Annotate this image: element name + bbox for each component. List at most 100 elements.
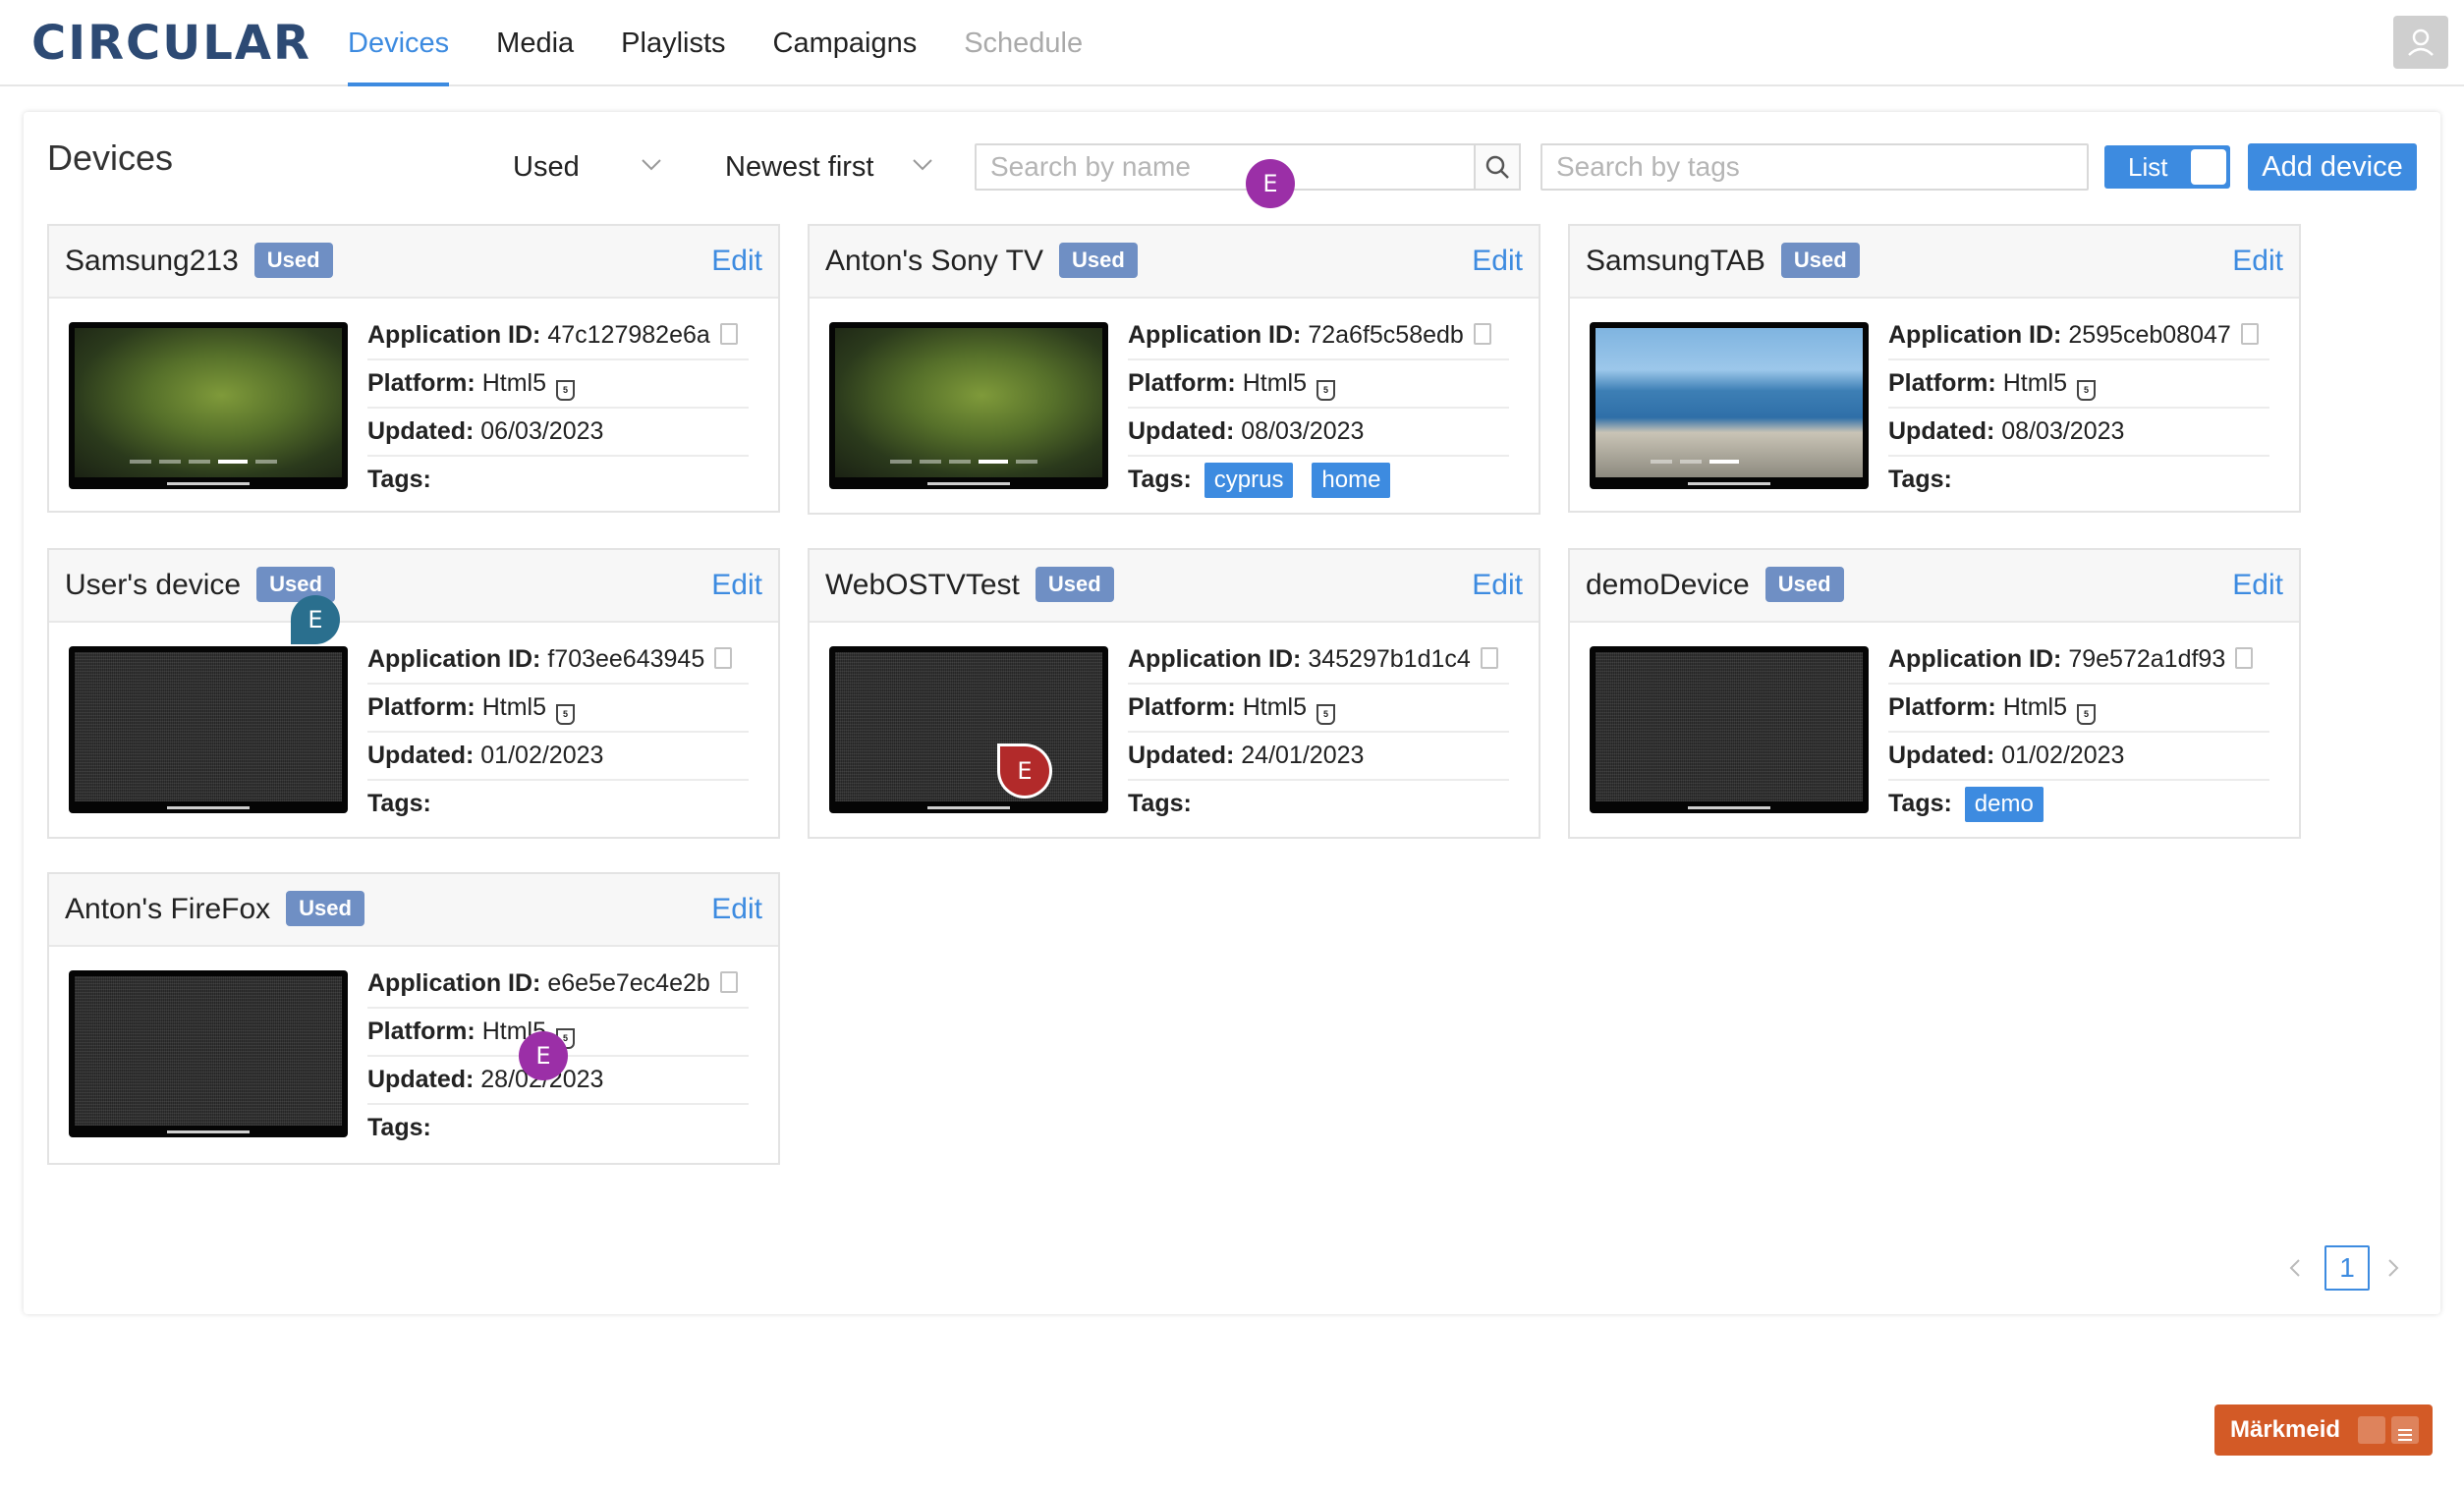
annotation-marker[interactable]: E — [291, 595, 340, 644]
copy-icon[interactable] — [2240, 323, 2259, 345]
platform-row: Platform: Html5 5 — [1128, 685, 1509, 733]
copy-icon[interactable] — [1480, 647, 1498, 669]
search-by-tags-input[interactable]: Search by tags — [1540, 143, 2089, 191]
copy-icon[interactable] — [2235, 647, 2254, 669]
device-thumbnail[interactable] — [1590, 646, 1869, 813]
edit-link[interactable]: Edit — [711, 874, 762, 945]
status-badge: Used — [253, 243, 333, 278]
pagination-prev[interactable] — [2285, 1245, 2305, 1304]
updated-row: Updated: 08/03/2023 — [1888, 409, 2269, 457]
html5-icon: 5 — [2076, 380, 2096, 401]
screen-preview — [75, 328, 342, 477]
status-filter-select[interactable]: Used — [513, 143, 670, 191]
tag-chip[interactable]: home — [1312, 463, 1391, 498]
search-by-name-input[interactable]: Search by name — [975, 143, 1476, 191]
page-title: Devices — [47, 138, 174, 178]
circular-logo[interactable]: CIRCULAR — [31, 16, 311, 71]
pagination-current-page[interactable]: 1 — [2324, 1245, 2370, 1291]
html5-icon: 5 — [1316, 704, 1335, 725]
tab-schedule: Schedule — [964, 28, 1084, 59]
search-icon — [1485, 155, 1509, 179]
device-thumbnail[interactable] — [829, 322, 1108, 489]
device-thumbnail[interactable] — [829, 646, 1108, 813]
edit-link[interactable]: Edit — [1472, 550, 1523, 621]
tab-playlists[interactable]: Playlists — [603, 0, 743, 86]
sort-select[interactable]: Newest first — [725, 143, 941, 191]
tab-devices[interactable]: Devices — [330, 0, 467, 86]
updated-row: Updated: 01/02/2023 — [1888, 733, 2269, 781]
tag-chip[interactable]: demo — [1964, 787, 2044, 822]
screen-preview — [75, 652, 342, 801]
widget-label: Märkmeid — [2230, 1416, 2341, 1443]
device-thumbnail[interactable] — [1590, 322, 1869, 489]
tag-chip[interactable]: cyprus — [1204, 463, 1294, 498]
tags-row: Tags: — [1128, 790, 1192, 817]
list-toggle-label: List — [2128, 152, 2168, 182]
html5-icon: 5 — [2076, 704, 2096, 725]
status-badge: Used — [286, 891, 364, 926]
add-device-button[interactable]: Add device — [2248, 143, 2417, 191]
copy-icon[interactable] — [719, 971, 738, 993]
annotation-marker[interactable]: E — [1246, 159, 1295, 208]
device-thumbnail[interactable] — [69, 646, 348, 813]
device-card-header: Samsung213 Used Edit — [49, 226, 778, 299]
user-avatar[interactable] — [2393, 16, 2448, 69]
screen-preview — [75, 976, 342, 1126]
application-id-row: Application ID: 72a6f5c58edb — [1128, 312, 1509, 360]
updated-row: Updated: 01/02/2023 — [367, 733, 749, 781]
edit-link[interactable]: Edit — [711, 226, 762, 297]
application-id-row: Application ID: f703ee643945 — [367, 636, 749, 685]
list-view-toggle[interactable]: List — [2104, 145, 2230, 189]
tags-row: Tags: — [1888, 466, 1952, 493]
application-id-row: Application ID: e6e5e7ec4e2b — [367, 961, 749, 1009]
toggle-knob — [2191, 149, 2226, 185]
markmeid-widget[interactable]: Märkmeid — [2214, 1404, 2433, 1456]
device-card: Samsung213 Used Edit Application ID: 47c1… — [47, 224, 780, 513]
platform-row: Platform: Html5 5 — [367, 685, 749, 733]
pagination-next[interactable] — [2383, 1245, 2403, 1304]
device-card: Anton's FireFox Used Edit Application ID:… — [47, 872, 780, 1165]
device-thumbnail[interactable] — [69, 322, 348, 489]
tab-campaigns[interactable]: Campaigns — [756, 0, 935, 86]
copy-icon[interactable] — [719, 323, 738, 345]
status-badge: Used — [1058, 243, 1138, 278]
edit-link[interactable]: Edit — [2232, 226, 2283, 297]
menu-icon[interactable] — [2391, 1416, 2419, 1444]
status-badge: Used — [1035, 567, 1114, 602]
device-card-header: Anton's FireFox Used Edit — [49, 874, 778, 947]
edit-link[interactable]: Edit — [2232, 550, 2283, 621]
device-card: User's device Used Edit Application ID: f… — [47, 548, 780, 839]
device-name: SamsungTAB Used — [1586, 226, 1860, 297]
device-card: Anton's Sony TV Used Edit Application ID:… — [808, 224, 1540, 515]
tab-media[interactable]: Media — [478, 0, 591, 86]
edit-link[interactable]: Edit — [1472, 226, 1523, 297]
chevron-down-icon — [913, 159, 932, 171]
screen-preview — [835, 328, 1102, 477]
platform-row: Platform: Html5 5 — [1888, 685, 2269, 733]
user-icon — [2408, 28, 2434, 56]
html5-icon: 5 — [555, 380, 575, 401]
copy-icon[interactable] — [714, 647, 733, 669]
annotation-marker[interactable]: E — [1000, 746, 1049, 796]
sort-value: Newest first — [725, 151, 874, 183]
device-name: Samsung213 Used — [65, 226, 333, 297]
device-card: SamsungTAB Used Edit Application ID: 2595… — [1568, 224, 2301, 513]
device-name: demoDevice Used — [1586, 550, 1844, 621]
device-name: Anton's FireFox Used — [65, 874, 364, 945]
device-name: WebOSTVTest Used — [825, 550, 1114, 621]
tags-row: Tags: — [367, 790, 431, 817]
platform-row: Platform: Html5 5 — [367, 360, 749, 409]
copy-icon[interactable] — [1473, 323, 1491, 345]
device-card-header: User's device Used Edit — [49, 550, 778, 623]
logo-text: CIRCULAR — [31, 16, 311, 71]
screen-preview — [1596, 328, 1863, 477]
updated-row: Updated: 08/03/2023 — [1128, 409, 1509, 457]
annotation-marker[interactable]: E — [519, 1031, 568, 1080]
chevron-right-icon — [2388, 1259, 2399, 1277]
device-thumbnail[interactable] — [69, 970, 348, 1137]
tags-row: Tags: cyprus home — [1128, 457, 1509, 503]
search-button[interactable] — [1474, 143, 1521, 191]
device-name: Anton's Sony TV Used — [825, 226, 1138, 297]
touch-icon[interactable] — [2358, 1416, 2385, 1444]
edit-link[interactable]: Edit — [711, 550, 762, 621]
